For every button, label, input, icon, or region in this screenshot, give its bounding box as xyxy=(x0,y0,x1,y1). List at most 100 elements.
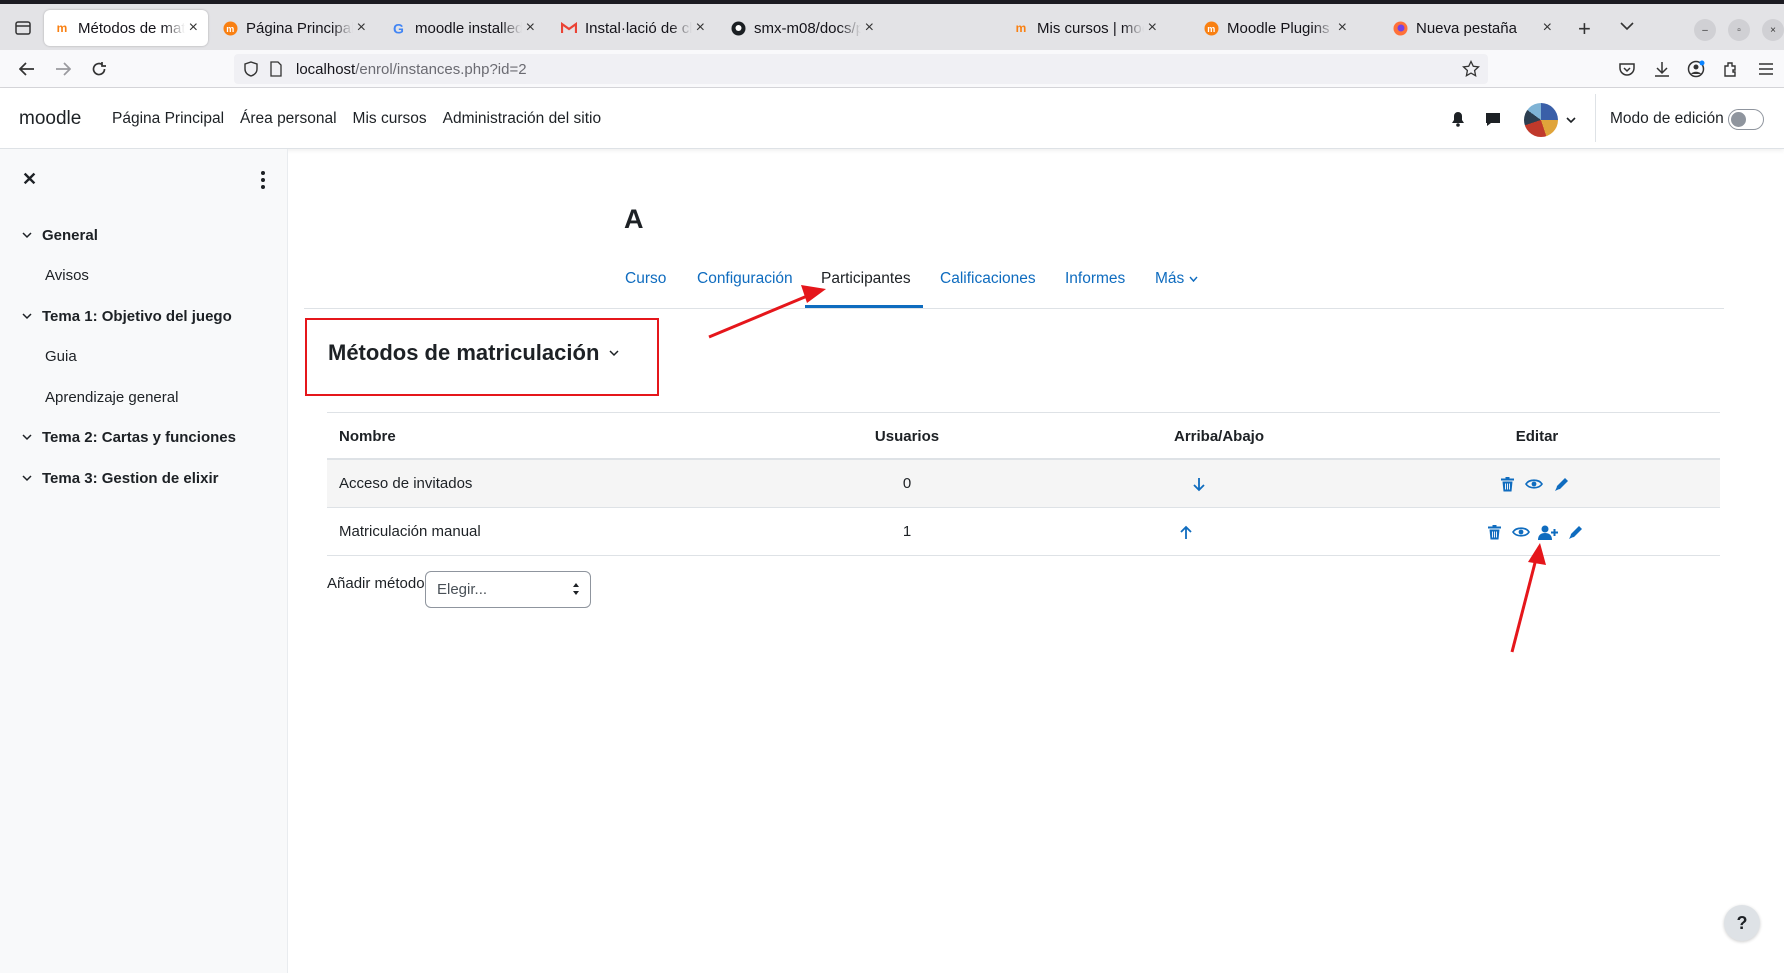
edit-mode-label: Modo de edición xyxy=(1610,110,1724,127)
active-tab-underline xyxy=(805,305,923,308)
gmail-favicon-icon xyxy=(561,20,577,36)
tab-close-icon[interactable]: × xyxy=(1543,19,1552,37)
back-arrow-icon[interactable] xyxy=(17,59,37,79)
tab-close-icon[interactable]: × xyxy=(1338,19,1347,37)
up-arrow-icon[interactable] xyxy=(1176,522,1196,542)
download-icon[interactable] xyxy=(1652,59,1672,79)
browser-tab[interactable]: smx-m08/docs/pt-uf × xyxy=(720,10,884,46)
chevron-down-icon[interactable] xyxy=(22,434,34,441)
tab-close-icon[interactable]: × xyxy=(1148,19,1157,37)
notification-bell-icon[interactable] xyxy=(1449,110,1467,128)
reload-icon[interactable] xyxy=(89,59,109,79)
eye-icon[interactable] xyxy=(1511,522,1531,542)
messages-chat-icon[interactable] xyxy=(1484,110,1502,128)
tab-close-icon[interactable]: × xyxy=(357,19,366,37)
nav-site-admin[interactable]: Administración del sitio xyxy=(443,110,602,128)
section-title: Tema 2: Cartas y funciones xyxy=(42,429,236,446)
section-title: Tema 1: Objetivo del juego xyxy=(42,308,232,325)
account-icon[interactable] xyxy=(1686,59,1706,79)
column-header-nombre: Nombre xyxy=(339,428,396,445)
section-title: General xyxy=(42,227,98,244)
browser-tab[interactable]: m Mis cursos | moodle × xyxy=(1003,10,1167,46)
google-favicon-icon: G xyxy=(391,20,407,36)
nav-home[interactable]: Página Principal xyxy=(112,110,224,128)
course-secondary-navigation: Curso Configuración Participantes Califi… xyxy=(304,256,1724,309)
tab-curso[interactable]: Curso xyxy=(625,270,666,288)
pocket-icon[interactable] xyxy=(1617,59,1637,79)
tab-overflow-chevron-icon[interactable] xyxy=(1620,18,1634,35)
shield-icon[interactable] xyxy=(244,61,258,81)
toggle-knob xyxy=(1731,112,1746,127)
enrol-users-icon[interactable] xyxy=(1538,522,1558,542)
tab-close-icon[interactable]: × xyxy=(696,19,705,37)
chevron-down-icon[interactable] xyxy=(22,313,34,320)
forward-arrow-icon[interactable] xyxy=(53,59,73,79)
pencil-icon[interactable] xyxy=(1565,522,1585,542)
eye-icon[interactable] xyxy=(1524,474,1544,494)
tab-participantes[interactable]: Participantes xyxy=(821,270,911,288)
moodle-favicon-icon: m xyxy=(1015,21,1027,35)
browser-tab[interactable]: Nueva pestaña × xyxy=(1382,10,1562,46)
sidebar-section-tema-1[interactable]: Tema 1: Objetivo del juego xyxy=(22,308,232,325)
browser-tab[interactable]: m Página Principal | Moodle × xyxy=(212,10,376,46)
window-close-icon[interactable]: × xyxy=(1762,19,1784,41)
user-avatar[interactable] xyxy=(1524,103,1558,137)
method-users: 1 xyxy=(902,523,912,540)
bookmark-star-icon[interactable] xyxy=(1462,59,1480,82)
chevron-down-icon[interactable] xyxy=(22,232,34,239)
help-button[interactable]: ? xyxy=(1724,905,1760,941)
chevron-down-icon xyxy=(1189,270,1198,287)
sidebar-section-tema-3[interactable]: Tema 3: Gestion de elixir xyxy=(22,470,218,487)
sidebar-item-avisos[interactable]: Avisos xyxy=(45,267,89,284)
nav-dashboard[interactable]: Área personal xyxy=(240,110,337,128)
edit-mode-toggle[interactable] xyxy=(1728,109,1764,130)
user-menu-chevron-down-icon[interactable] xyxy=(1566,111,1576,128)
select-arrows-icon xyxy=(572,582,580,596)
primary-navigation: Página Principal Área personal Mis curso… xyxy=(112,110,601,128)
select-value: Elegir... xyxy=(437,581,488,598)
firefox-favicon-icon xyxy=(1392,20,1408,36)
tab-close-icon[interactable]: × xyxy=(526,19,535,37)
browser-tab[interactable]: Instal·lació de cloudflare × xyxy=(551,10,715,46)
moodle-navbar: moodle Página Principal Área personal Mi… xyxy=(0,88,1784,149)
trash-icon[interactable] xyxy=(1497,474,1517,494)
chevron-down-icon[interactable] xyxy=(22,475,34,482)
window-minimize-icon[interactable]: – xyxy=(1694,19,1716,41)
tab-list-icon[interactable] xyxy=(12,18,34,38)
course-index-drawer: ✕ General Avisos Tema 1: Objetivo del ju… xyxy=(0,149,288,973)
table-row: Matriculación manual 1 xyxy=(327,508,1720,556)
url-text[interactable]: localhost/enrol/instances.php?id=2 xyxy=(296,61,527,78)
tab-configuracion[interactable]: Configuración xyxy=(697,270,793,288)
close-drawer-icon[interactable]: ✕ xyxy=(22,169,37,190)
sidebar-item-guia[interactable]: Guia xyxy=(45,348,77,365)
method-users: 0 xyxy=(902,475,912,492)
sidebar-section-general[interactable]: General xyxy=(22,227,98,244)
trash-icon[interactable] xyxy=(1484,522,1504,542)
site-brand[interactable]: moodle xyxy=(19,108,81,130)
browser-tab[interactable]: G moodle installed a nginx × xyxy=(381,10,545,46)
url-path: /enrol/instances.php?id=2 xyxy=(355,61,527,78)
tab-close-icon[interactable]: × xyxy=(865,19,874,37)
course-title: A xyxy=(624,204,644,234)
down-arrow-icon[interactable] xyxy=(1189,474,1209,494)
nav-my-courses[interactable]: Mis cursos xyxy=(353,110,427,128)
sidebar-section-tema-2[interactable]: Tema 2: Cartas y funciones xyxy=(22,429,236,446)
browser-toolbar: localhost/enrol/instances.php?id=2 xyxy=(0,50,1784,88)
enrolment-methods-table: Nombre Usuarios Arriba/Abajo Editar Acce… xyxy=(327,412,1720,556)
pencil-icon[interactable] xyxy=(1551,474,1571,494)
address-bar[interactable]: localhost/enrol/instances.php?id=2 xyxy=(234,54,1488,84)
browser-tab-active[interactable]: m Métodos de matriculación × xyxy=(44,10,208,46)
new-tab-plus-icon[interactable]: + xyxy=(1578,16,1591,42)
browser-tab[interactable]: m Moodle Plugins directory × xyxy=(1193,10,1357,46)
window-restore-icon[interactable]: ▫ xyxy=(1728,19,1750,41)
drawer-options-kebab-icon[interactable] xyxy=(256,171,270,189)
tab-close-icon[interactable]: × xyxy=(189,19,198,37)
hamburger-menu-icon[interactable] xyxy=(1756,59,1776,79)
add-method-select[interactable]: Elegir... xyxy=(425,571,591,608)
tab-label: Mis cursos | moodle xyxy=(1037,19,1144,37)
tab-informes[interactable]: Informes xyxy=(1065,270,1125,288)
tab-calificaciones[interactable]: Calificaciones xyxy=(940,270,1036,288)
sidebar-item-aprendizaje-general[interactable]: Aprendizaje general xyxy=(45,389,178,406)
tab-mas[interactable]: Más xyxy=(1155,270,1198,288)
extensions-icon[interactable] xyxy=(1720,59,1740,79)
